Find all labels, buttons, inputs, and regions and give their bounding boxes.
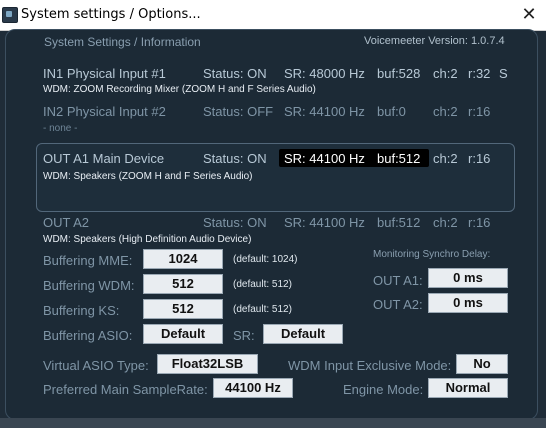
buffering-ks-field[interactable]: 512: [143, 299, 223, 319]
monitor-a1-field[interactable]: 0 ms: [428, 268, 508, 288]
in2-status: Status: OFF: [203, 104, 274, 119]
in2-channels: ch:2: [433, 104, 458, 119]
a2-status: Status: ON: [203, 215, 267, 230]
section-title: System Settings / Information: [44, 35, 201, 49]
buffering-ks-label: Buffering KS:: [43, 303, 120, 318]
bottom-strip: [0, 418, 546, 428]
window-title: System settings / Options...: [21, 7, 201, 22]
a2-resolution: r:16: [468, 215, 491, 230]
in2-samplerate: SR: 44100 Hz: [284, 104, 365, 119]
a2-samplerate: SR: 44100 Hz: [284, 215, 365, 230]
in2-name: IN2 Physical Input #2: [43, 104, 166, 119]
a1-samplerate: SR: 44100 Hz: [284, 151, 365, 166]
close-button[interactable]: ✕: [512, 0, 546, 30]
a1-buffer: buf:512: [377, 151, 421, 166]
monitoring-title: Monitoring Synchro Delay:: [373, 249, 491, 260]
engine-mode-field[interactable]: Normal: [428, 378, 508, 398]
buffering-wdm-label: Buffering WDM:: [43, 278, 135, 293]
monitor-a2-label: OUT A2:: [373, 297, 423, 312]
in1-flag: S: [499, 66, 508, 81]
monitor-a2-field[interactable]: 0 ms: [428, 293, 508, 313]
buffering-asio-field[interactable]: Default: [143, 324, 223, 344]
app-icon: [2, 7, 18, 23]
in1-status: Status: ON: [203, 66, 267, 81]
buffering-ks-default: (default: 512): [233, 304, 292, 315]
a1-resolution: r:16: [468, 151, 491, 166]
wdm-exclusive-label: WDM Input Exclusive Mode:: [288, 358, 452, 373]
buffering-asio-label: Buffering ASIO:: [43, 328, 133, 343]
monitor-a1-label: OUT A1:: [373, 273, 423, 288]
in1-channels: ch:2: [433, 66, 458, 81]
in1-samplerate: SR: 48000 Hz: [284, 66, 365, 81]
asio-sr-label: SR:: [233, 328, 255, 343]
window-titlebar: System settings / Options... ✕: [0, 0, 546, 31]
asio-sr-field[interactable]: Default: [263, 324, 343, 344]
a2-driver[interactable]: WDM: Speakers (High Definition Audio Dev…: [43, 234, 251, 245]
buffering-wdm-field[interactable]: 512: [143, 274, 223, 294]
a1-driver[interactable]: WDM: Speakers (ZOOM H and F Series Audio…: [43, 171, 253, 182]
a2-channels: ch:2: [433, 215, 458, 230]
samplerate-field[interactable]: 44100 Hz: [213, 378, 293, 398]
in1-buffer: buf:528: [377, 66, 421, 81]
a1-status: Status: ON: [203, 151, 267, 166]
asio-type-field[interactable]: Float32LSB: [157, 354, 258, 374]
a2-name: OUT A2: [43, 215, 90, 230]
version-label: Voicemeeter Version: 1.0.7.4: [364, 35, 505, 47]
buffering-mme-default: (default: 1024): [233, 254, 298, 265]
in1-driver[interactable]: WDM: ZOOM Recording Mixer (ZOOM H and F …: [43, 84, 316, 95]
engine-mode-label: Engine Mode:: [343, 382, 424, 397]
samplerate-label: Preferred Main SampleRate:: [43, 382, 208, 397]
in1-name: IN1 Physical Input #1: [43, 66, 166, 81]
buffering-mme-label: Buffering MME:: [43, 253, 133, 268]
asio-type-label: Virtual ASIO Type:: [43, 358, 149, 373]
in1-resolution: r:32: [468, 66, 491, 81]
a1-channels: ch:2: [433, 151, 458, 166]
buffering-wdm-default: (default: 512): [233, 279, 292, 290]
a1-name: OUT A1 Main Device: [43, 151, 165, 166]
a2-buffer: buf:512: [377, 215, 421, 230]
buffering-mme-field[interactable]: 1024: [143, 249, 223, 269]
in2-buffer: buf:0: [377, 104, 406, 119]
in2-driver[interactable]: - none -: [43, 123, 77, 134]
in2-resolution: r:16: [468, 104, 491, 119]
wdm-exclusive-field[interactable]: No: [456, 354, 508, 374]
